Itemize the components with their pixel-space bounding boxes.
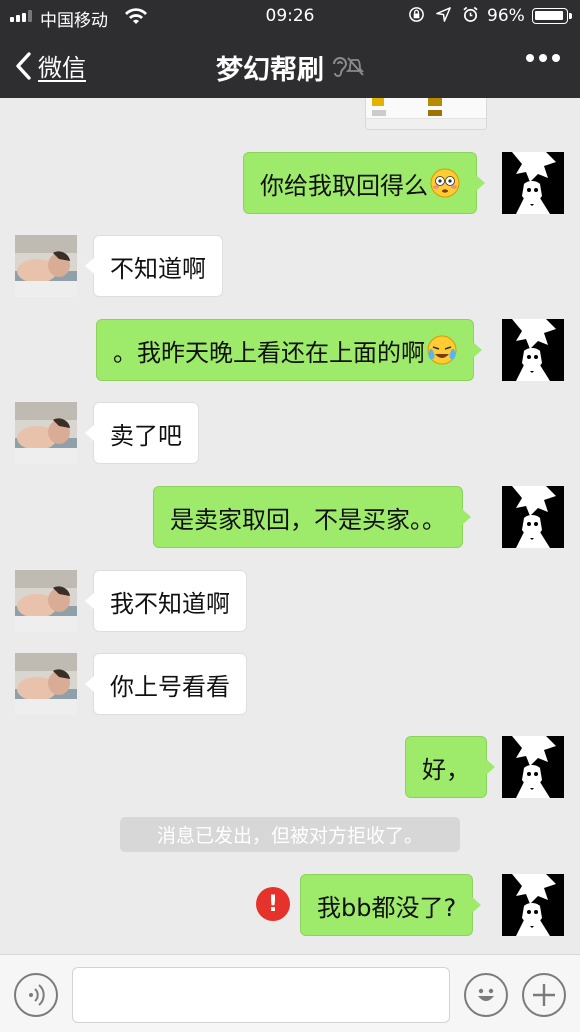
- message-input[interactable]: [72, 967, 450, 1023]
- message-bubble-outgoing[interactable]: 你给我取回得么: [243, 152, 485, 214]
- message-bubble-outgoing[interactable]: 我bb都没了?: [300, 874, 482, 936]
- my-avatar[interactable]: [502, 486, 564, 548]
- my-avatar[interactable]: [502, 874, 564, 936]
- more-dots-icon: [526, 54, 534, 62]
- my-avatar[interactable]: [502, 152, 564, 214]
- my-avatar[interactable]: [502, 319, 564, 381]
- contact-avatar[interactable]: [15, 653, 77, 715]
- message-text: 不知道啊: [110, 254, 206, 283]
- top-bar: 中国移动 09:26 96% 微信 梦幻帮刷: [0, 0, 580, 98]
- system-notice: 消息已发出，但被对方拒收了。: [120, 817, 460, 852]
- more-button[interactable]: [526, 54, 560, 62]
- message-text: 。我昨天晚上看还在上面的啊: [113, 338, 425, 367]
- input-bar: [0, 954, 580, 1032]
- message-text: 好，: [422, 755, 470, 784]
- message-text: 卖了吧: [110, 421, 182, 450]
- loudly-crying-face-icon: [427, 335, 457, 365]
- image-message-thumbnail[interactable]: [365, 98, 487, 130]
- message-bubble-incoming[interactable]: 不知道啊: [85, 235, 223, 297]
- battery-percent: 96%: [487, 6, 525, 26]
- emoji-button[interactable]: [464, 973, 508, 1017]
- my-avatar[interactable]: [502, 736, 564, 798]
- message-text: 你给我取回得么: [260, 171, 428, 200]
- message-bubble-incoming[interactable]: 我不知道啊: [85, 570, 247, 632]
- message-bubble-outgoing[interactable]: 。我昨天晚上看还在上面的啊: [96, 319, 482, 381]
- location-icon: [436, 7, 451, 22]
- battery-icon: [532, 8, 572, 24]
- contact-avatar[interactable]: [15, 402, 77, 464]
- contact-avatar[interactable]: [15, 570, 77, 632]
- flushed-face-icon: [430, 168, 460, 198]
- status-bar: 中国移动 09:26 96%: [0, 0, 580, 34]
- send-failed-icon[interactable]: !: [256, 887, 290, 921]
- voice-button[interactable]: [14, 973, 58, 1017]
- voice-icon: [29, 984, 45, 1006]
- message-bubble-outgoing[interactable]: 是卖家取回，不是买家。。: [153, 486, 471, 548]
- contact-avatar[interactable]: [15, 235, 77, 297]
- message-bubble-incoming[interactable]: 卖了吧: [85, 402, 199, 464]
- alarm-icon: [463, 6, 478, 22]
- chat-title: 梦幻帮刷: [216, 55, 324, 86]
- message-text: 我bb都没了?: [317, 893, 457, 922]
- message-text: 是卖家取回，不是买家。。: [170, 505, 446, 534]
- plus-button[interactable]: [522, 973, 566, 1017]
- message-bubble-outgoing[interactable]: 好，: [405, 736, 495, 798]
- emoji-icon: [478, 988, 494, 1001]
- nav-bar: 微信 梦幻帮刷: [0, 34, 580, 98]
- earpiece-mute-icon: [333, 56, 365, 77]
- message-bubble-incoming[interactable]: 你上号看看: [85, 653, 247, 715]
- message-text: 我不知道啊: [110, 589, 230, 618]
- message-text: 你上号看看: [110, 672, 230, 701]
- plus-icon: [533, 984, 555, 1006]
- orientation-lock-icon: [409, 7, 424, 22]
